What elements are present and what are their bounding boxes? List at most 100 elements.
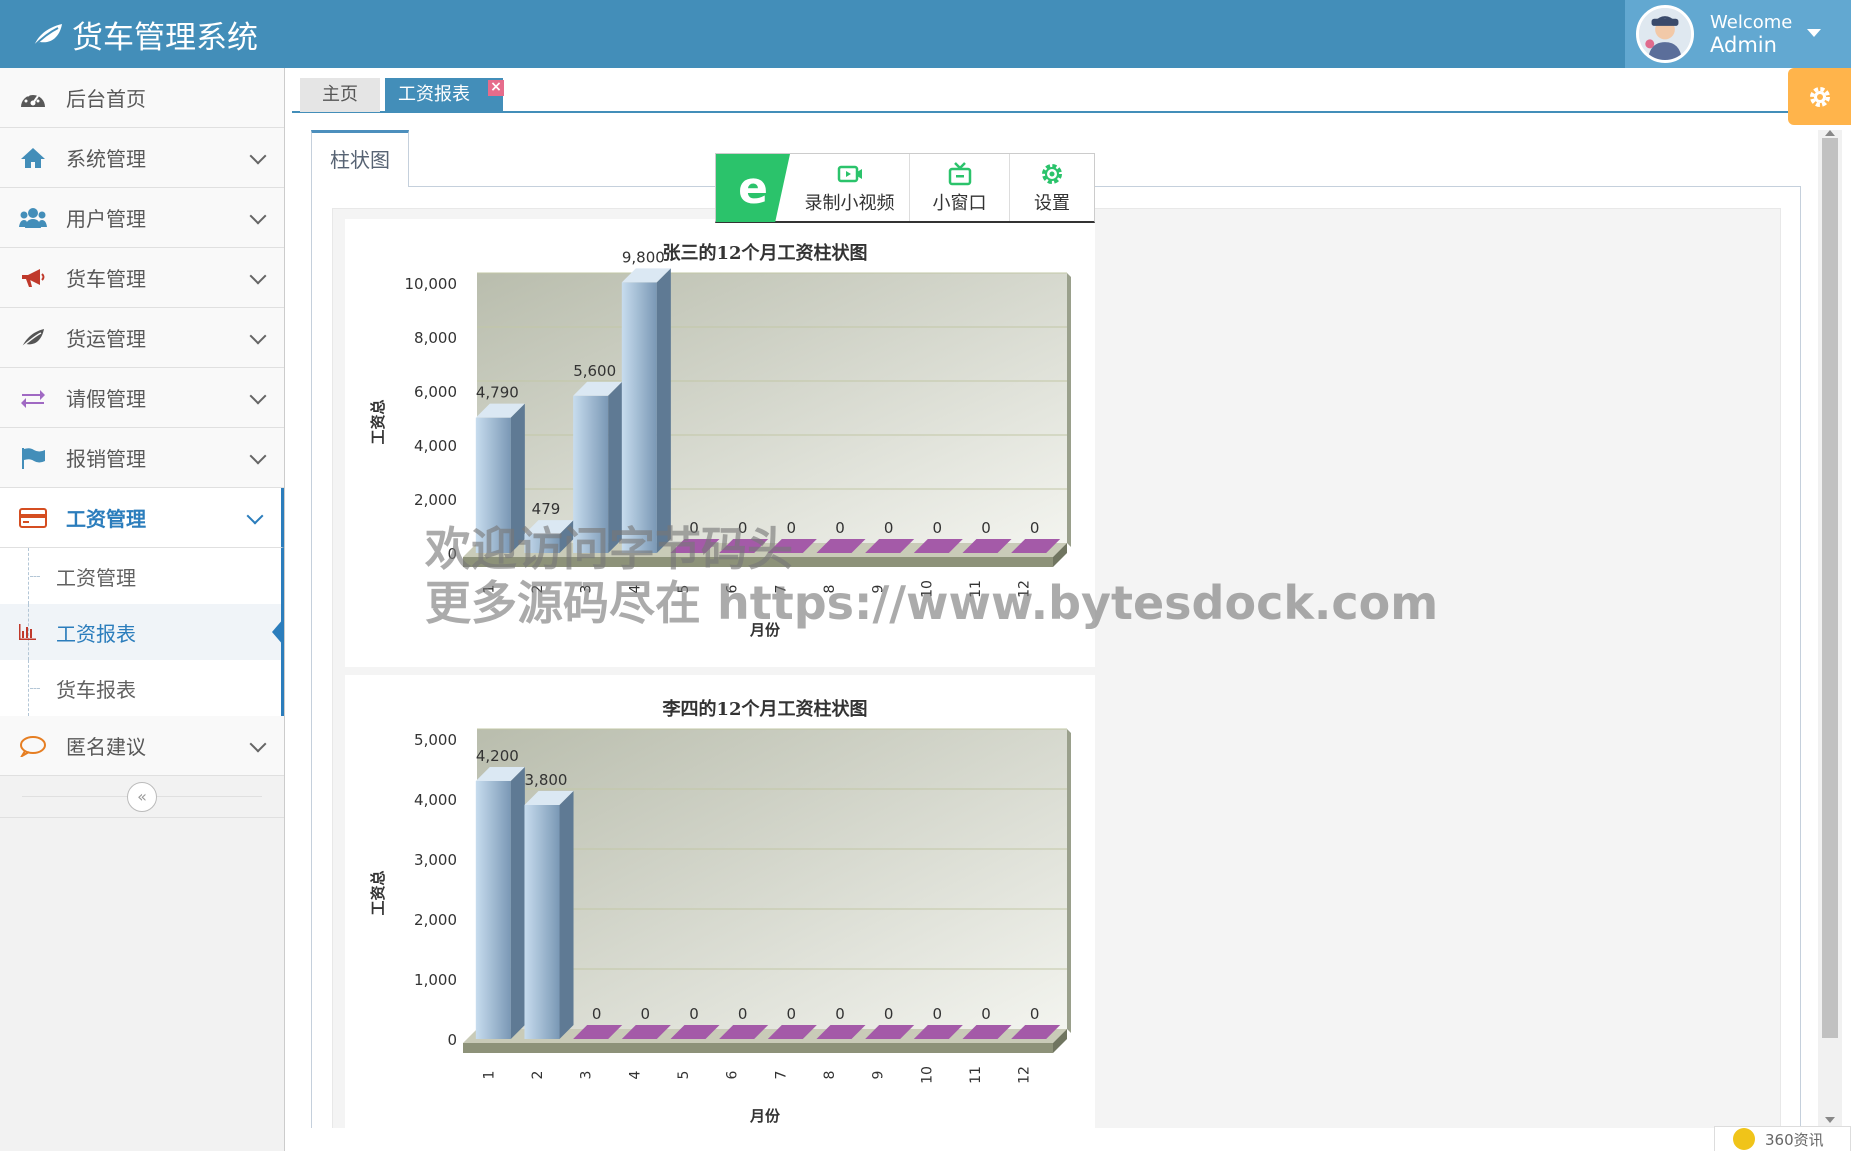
x-tick-label: 1 <box>481 585 497 594</box>
bullhorn-icon <box>19 265 47 291</box>
tab-bar-chart[interactable]: 柱状图 <box>311 130 409 187</box>
sidebar-item-dashboard[interactable]: 后台首页 <box>0 68 284 128</box>
data-label: 0 <box>592 1005 602 1023</box>
data-label: 0 <box>787 1005 797 1023</box>
sidebar: 后台首页 系统管理 用户管理 货车管理 货运管理 请假管理 报销管理 工资管理 … <box>0 68 285 1151</box>
y-tick-label: 8,000 <box>414 329 457 347</box>
sidebar-item-freight[interactable]: 货运管理 <box>0 308 284 368</box>
chevron-down-icon <box>249 447 267 465</box>
sidebar-subitem-label: 工资报表 <box>56 621 136 646</box>
data-label: 0 <box>981 1005 991 1023</box>
scroll-up-icon[interactable] <box>1825 130 1835 136</box>
toolbar-settings-button[interactable]: 设置 <box>1010 154 1094 221</box>
x-tick-label: 12 <box>1017 580 1033 598</box>
x-tick-label: 10 <box>919 580 935 598</box>
plot-side-wall <box>1067 729 1071 1033</box>
caret-down-icon[interactable] <box>1807 29 1821 37</box>
data-label: 0 <box>787 519 797 537</box>
sidebar-item-salary[interactable]: 工资管理 <box>0 488 284 548</box>
record-video-button[interactable]: 录制小视频 <box>790 154 910 221</box>
tab-bar: 主页 工资报表 × <box>292 68 1790 113</box>
leaf-logo-icon <box>33 23 62 47</box>
active-indicator <box>272 618 284 646</box>
close-icon[interactable]: × <box>488 80 504 96</box>
mini-window-label: 小窗口 <box>932 192 987 214</box>
data-label: 5,600 <box>573 362 616 380</box>
x-tick-label: 9 <box>871 585 887 594</box>
bar <box>621 282 657 553</box>
news-label: 360资讯 <box>1765 1130 1824 1149</box>
x-tick-label: 12 <box>1017 1066 1033 1084</box>
sidebar-item-leave[interactable]: 请假管理 <box>0 368 284 428</box>
sidebar-item-users[interactable]: 用户管理 <box>0 188 284 248</box>
scrollbar-thumb[interactable] <box>1822 138 1838 1038</box>
tv-icon <box>948 161 971 185</box>
collapse-sidebar-button[interactable]: « <box>127 782 157 812</box>
sidebar-subitem-truck-report[interactable]: 货车报表 <box>0 660 284 716</box>
plot-side-wall <box>1067 273 1071 547</box>
scroll-down-icon[interactable] <box>1825 1117 1835 1123</box>
sidebar-item-suggestions[interactable]: 匿名建议 <box>0 716 284 776</box>
user-menu[interactable]: Welcome Admin <box>1625 0 1851 68</box>
plot-floor-front <box>463 557 1053 567</box>
y-tick-label: 1,000 <box>414 971 457 989</box>
x-tick-label: 5 <box>676 1071 692 1080</box>
data-label: 0 <box>933 1005 943 1023</box>
flag-icon <box>19 445 47 471</box>
bar <box>524 534 560 553</box>
x-tick-label: 4 <box>627 1070 643 1079</box>
y-tick-label: 4,000 <box>414 791 457 809</box>
data-label: 0 <box>641 1005 651 1023</box>
bar-side <box>559 791 574 1039</box>
sidebar-subitem-salary-report[interactable]: 工资报表 <box>0 604 284 660</box>
chevron-down-icon <box>249 735 267 753</box>
y-tick-label: 2,000 <box>414 491 457 509</box>
x-tick-label: 1 <box>481 1071 497 1080</box>
data-label: 0 <box>884 519 894 537</box>
x-tick-label: 2 <box>530 585 546 594</box>
news-button[interactable]: 360资讯 <box>1714 1126 1851 1151</box>
data-label: 4,790 <box>476 384 519 402</box>
sidebar-item-system[interactable]: 系统管理 <box>0 128 284 188</box>
tab-label: 工资报表 <box>398 84 470 105</box>
avatar <box>1636 5 1694 63</box>
x-tick-label: 2 <box>530 1071 546 1080</box>
settings-button[interactable] <box>1788 68 1851 125</box>
x-tick-label: 10 <box>919 1066 935 1084</box>
y-tick-label: 0 <box>447 545 457 563</box>
x-tick-label: 6 <box>725 1070 741 1079</box>
y-tick-label: 6,000 <box>414 383 457 401</box>
x-tick-label: 9 <box>871 1071 887 1080</box>
gear-icon <box>1042 163 1062 184</box>
chart-title: 张三的12个月工资柱状图 <box>662 242 867 264</box>
y-tick-label: 4,000 <box>414 437 457 455</box>
chevron-down-icon <box>249 267 267 285</box>
chart-title: 李四的12个月工资柱状图 <box>661 698 867 720</box>
top-header: 货车管理系统 Welcome Admin <box>0 0 1851 68</box>
sidebar-item-trucks[interactable]: 货车管理 <box>0 248 284 308</box>
y-tick-label: 2,000 <box>414 911 457 929</box>
bar <box>573 395 609 553</box>
plot-floor-front <box>463 1043 1053 1053</box>
bar-chart: 李四的12个月工资柱状图 0 1,000 2,000 3,000 4,000 5,000 4,… <box>369 698 1071 1125</box>
welcome-text: Welcome <box>1710 12 1793 33</box>
data-label: 0 <box>689 519 699 537</box>
y-tick-label: 10,000 <box>405 275 458 293</box>
vertical-scrollbar[interactable] <box>1818 130 1842 1127</box>
mini-window-button[interactable]: 小窗口 <box>910 154 1010 221</box>
data-label: 0 <box>1030 519 1040 537</box>
bar <box>475 781 511 1039</box>
sidebar-item-label: 工资管理 <box>66 507 146 531</box>
bar-side <box>510 767 525 1039</box>
sidebar-item-label: 匿名建议 <box>66 735 146 759</box>
sidebar-item-label: 报销管理 <box>66 447 146 471</box>
x-tick-label: 7 <box>773 1071 789 1080</box>
data-label: 479 <box>532 500 561 518</box>
sidebar-subitem-salary-management[interactable]: 工资管理 <box>0 548 284 604</box>
browser-logo-icon[interactable]: e <box>716 154 790 222</box>
sidebar-item-reimbursement[interactable]: 报销管理 <box>0 428 284 488</box>
tab-salary-report[interactable]: 工资报表 × <box>385 78 504 112</box>
bar-side <box>608 381 623 553</box>
tab-home[interactable]: 主页 <box>300 78 380 112</box>
brand[interactable]: 货车管理系统 <box>32 12 258 57</box>
